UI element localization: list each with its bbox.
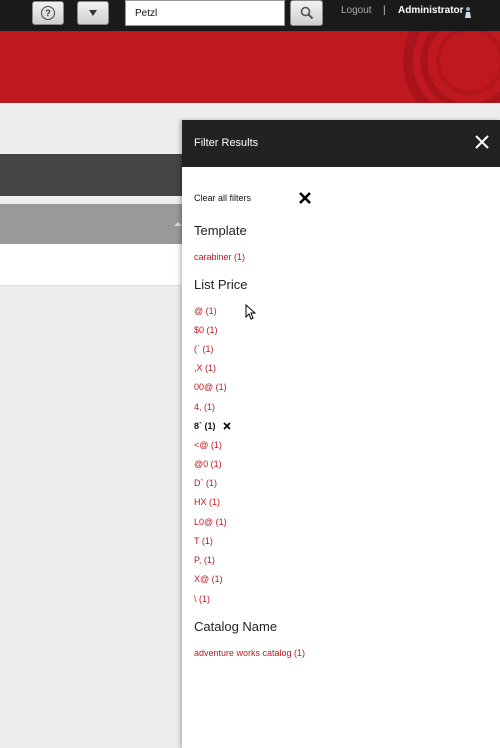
section-heading-template: Template [194, 223, 247, 238]
filter-item[interactable]: carabiner (1) [194, 252, 245, 262]
filter-panel-header: Filter Results [182, 120, 500, 167]
filter-panel-title: Filter Results [194, 137, 259, 149]
filter-item[interactable]: D` (1) [194, 478, 217, 488]
filter-item[interactable]: ,X (1) [194, 363, 216, 373]
mouse-cursor-icon [245, 304, 256, 320]
brand-swirl-graphic [403, 31, 500, 103]
filter-item[interactable]: HX (1) [194, 497, 220, 507]
help-button[interactable]: ? [32, 1, 64, 25]
filter-item[interactable]: 4, (1) [194, 402, 215, 412]
filter-panel: Filter Results Clear all filters Templat… [182, 120, 500, 748]
content-header-bar [0, 154, 182, 196]
filter-item[interactable]: adventure works catalog (1) [194, 648, 305, 658]
filter-item[interactable]: T (1) [194, 536, 213, 546]
clear-all-filters-link[interactable]: Clear all filters [194, 193, 251, 203]
top-bar: ? Logout | Administrator [0, 0, 500, 31]
clear-filters-x-icon[interactable] [298, 191, 312, 205]
close-icon[interactable] [474, 134, 490, 150]
user-name[interactable]: Administrator [398, 5, 464, 16]
chevron-down-icon [89, 10, 97, 16]
filter-item[interactable]: (` (1) [194, 344, 214, 354]
filter-item[interactable]: @0 (1) [194, 459, 222, 469]
search-icon [300, 6, 313, 20]
sort-arrow-icon[interactable] [174, 222, 182, 226]
header-banner [0, 31, 500, 103]
separator: | [383, 5, 386, 16]
menu-dropdown-button[interactable] [77, 1, 109, 25]
table-row [0, 244, 182, 286]
user-icon[interactable] [464, 6, 472, 18]
filter-item[interactable]: @ (1) [194, 306, 217, 316]
search-input[interactable] [125, 0, 285, 26]
filter-item[interactable]: L0@ (1) [194, 517, 227, 527]
filter-item[interactable]: $0 (1) [194, 325, 218, 335]
filter-item[interactable]: P, (1) [194, 555, 215, 565]
help-icon: ? [41, 6, 55, 20]
remove-filter-x-icon[interactable] [223, 422, 231, 430]
logout-link[interactable]: Logout [341, 5, 372, 16]
filter-item[interactable]: \ (1) [194, 594, 210, 604]
table-header-row [0, 204, 182, 244]
section-heading-catalog-name: Catalog Name [194, 619, 278, 634]
filter-item[interactable]: X@ (1) [194, 574, 223, 584]
section-heading-list-price: List Price [194, 277, 248, 292]
filter-item[interactable]: <@ (1) [194, 440, 222, 450]
filter-item[interactable]: 00@ (1) [194, 382, 227, 392]
filter-item-selected[interactable]: 8` (1) [194, 421, 216, 431]
search-button[interactable] [290, 0, 323, 26]
